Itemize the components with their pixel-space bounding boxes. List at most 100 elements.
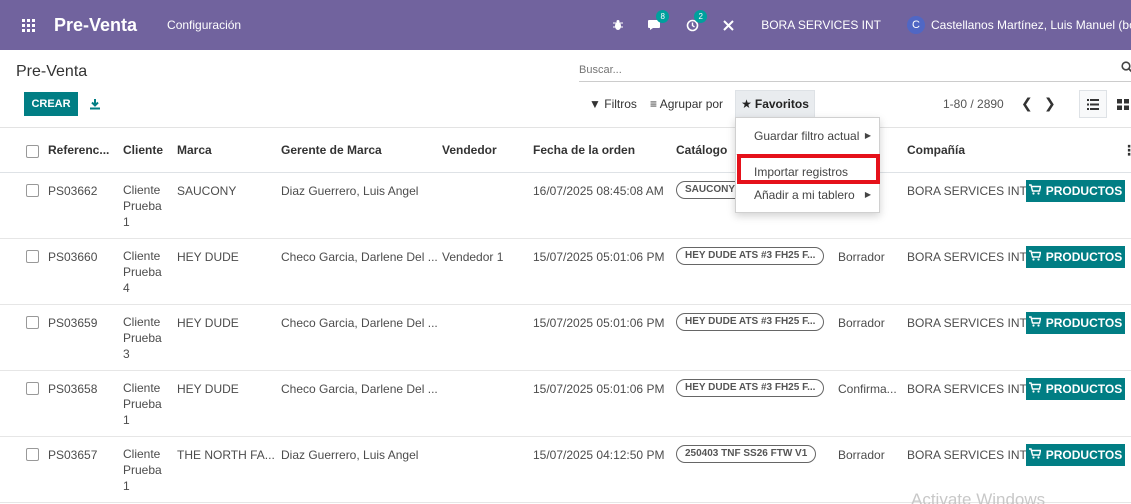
header-seller[interactable]: Vendedor <box>442 143 497 157</box>
table-header: Referenc... Cliente Marca Gerente de Mar… <box>0 128 1131 173</box>
optional-columns-icon[interactable]: ⋮ <box>1122 142 1131 159</box>
catalog-tag: HEY DUDE ATS #3 FH25 F... <box>676 247 825 265</box>
row-checkbox[interactable] <box>26 382 39 395</box>
list-view-icon[interactable] <box>1079 90 1107 118</box>
windows-watermark: Activate Windows <box>911 490 1046 504</box>
header-client[interactable]: Cliente <box>123 143 163 157</box>
top-navbar: Pre-Venta Configuración 8 2 BORA SERVICE… <box>0 0 1131 50</box>
search-input[interactable] <box>579 60 1099 80</box>
messages-badge: 8 <box>656 10 670 23</box>
cell-client: Cliente Prueba 4 <box>123 249 162 295</box>
select-all-checkbox[interactable] <box>26 145 39 158</box>
cell-brand-manager: Diaz Guerrero, Luis Angel <box>281 448 419 462</box>
header-company[interactable]: Compañía <box>907 143 965 157</box>
products-label: PRODUCTOS <box>1045 382 1123 396</box>
cell-brand: HEY DUDE <box>177 250 239 264</box>
catalog-tag: HEY DUDE ATS #3 FH25 F... <box>676 379 825 397</box>
cell-brand: THE NORTH FA... <box>177 448 275 462</box>
favorites-button[interactable]: ★ Favoritos <box>735 90 815 118</box>
pager-prev-icon[interactable]: ❮ <box>1021 95 1033 112</box>
table-row[interactable]: PS03658 Cliente Prueba 1 HEY DUDE Checo Gar… <box>0 371 1131 437</box>
header-reference[interactable]: Referenc... <box>48 143 109 157</box>
cell-order-date: 15/07/2025 05:01:06 PM <box>533 382 665 396</box>
user-menu[interactable]: Castellanos Martínez, Luis Manuel (bor..… <box>931 18 1131 32</box>
app-name[interactable]: Pre-Venta <box>54 15 137 36</box>
row-checkbox[interactable] <box>26 448 39 461</box>
cell-brand-manager: Diaz Guerrero, Luis Angel <box>281 184 419 198</box>
catalog-tag: 250403 TNF SS26 FTW V1 <box>676 445 817 463</box>
products-label: PRODUCTOS <box>1045 316 1123 330</box>
activity-clock-icon[interactable]: 2 <box>677 0 708 50</box>
records-table: Referenc... Cliente Marca Gerente de Mar… <box>0 128 1131 503</box>
add-to-dashboard-item[interactable]: Añadir a mi tablero <box>754 188 855 202</box>
table-row[interactable]: PS03659 Cliente Prueba 3 HEY DUDE Checo Gar… <box>0 305 1131 371</box>
cell-order-date: 15/07/2025 05:01:06 PM <box>533 250 665 264</box>
pager-value[interactable]: 1-80 / 2890 <box>943 97 1004 111</box>
favorites-label: Favoritos <box>754 97 809 111</box>
cell-company: BORA SERVICES INT <box>907 448 1027 462</box>
control-panel: Pre-Venta CREAR ▼ Filtros ≡ Agrupar por … <box>0 50 1131 128</box>
user-avatar[interactable]: C <box>907 16 925 34</box>
save-current-filter-item[interactable]: Guardar filtro actual <box>754 129 859 143</box>
products-label: PRODUCTOS <box>1045 448 1123 462</box>
products-button[interactable]: PRODUCTOS <box>1026 180 1125 202</box>
products-button[interactable]: PRODUCTOS <box>1026 312 1125 334</box>
cell-client: Cliente Prueba 1 <box>123 183 162 229</box>
cell-order-date: 15/07/2025 05:01:06 PM <box>533 316 665 330</box>
star-icon: ★ <box>741 97 752 111</box>
cell-brand-manager: Checo Garcia, Darlene Del ... <box>281 250 438 264</box>
apps-menu-icon[interactable] <box>8 0 48 50</box>
filter-icon: ▼ <box>589 97 601 111</box>
company-switcher[interactable]: BORA SERVICES INT <box>761 18 881 32</box>
cell-status: Borrador <box>838 448 885 462</box>
products-label: PRODUCTOS <box>1045 250 1123 264</box>
create-button[interactable]: CREAR <box>24 92 78 116</box>
caret-right-icon: ▶ <box>864 131 871 140</box>
cart-icon <box>1028 382 1042 396</box>
header-order-date[interactable]: Fecha de la orden <box>533 143 635 157</box>
cell-company: BORA SERVICES INT <box>907 250 1027 264</box>
cell-reference: PS03660 <box>48 250 98 264</box>
cell-status: Borrador <box>838 316 885 330</box>
menu-configuracion[interactable]: Configuración <box>167 18 241 32</box>
caret-right-icon: ▶ <box>864 190 871 199</box>
table-row[interactable]: PS03662 Cliente Prueba 1 SAUCONY Diaz Guerr… <box>0 173 1131 239</box>
pager-next-icon[interactable]: ❯ <box>1044 95 1056 112</box>
search-icon[interactable] <box>1121 61 1131 76</box>
cell-status: Confirma... <box>838 382 897 396</box>
cell-brand: HEY DUDE <box>177 382 239 396</box>
cell-reference: PS03657 <box>48 448 98 462</box>
group-by-button[interactable]: ≡ Agrupar por <box>650 97 723 111</box>
table-row[interactable]: PS03660 Cliente Prueba 4 HEY DUDE Checo Gar… <box>0 239 1131 305</box>
products-button[interactable]: PRODUCTOS <box>1026 246 1125 268</box>
activity-badge: 2 <box>694 10 708 23</box>
cart-icon <box>1028 184 1042 198</box>
kanban-view-icon[interactable] <box>1111 90 1131 118</box>
cell-client: Cliente Prueba 3 <box>123 315 162 361</box>
products-button[interactable]: PRODUCTOS <box>1026 444 1125 466</box>
cell-order-date: 15/07/2025 04:12:50 PM <box>533 448 665 462</box>
messages-icon[interactable]: 8 <box>639 0 670 50</box>
download-icon[interactable] <box>86 94 104 114</box>
close-tools-icon[interactable] <box>713 0 743 50</box>
filters-button[interactable]: ▼ Filtros <box>589 97 637 111</box>
cell-company: BORA SERVICES INT <box>907 382 1027 396</box>
catalog-tag: SAUCONY <box>676 181 745 199</box>
cart-icon <box>1028 250 1042 264</box>
row-checkbox[interactable] <box>26 184 39 197</box>
header-brand-manager[interactable]: Gerente de Marca <box>281 143 382 157</box>
header-brand[interactable]: Marca <box>177 143 212 157</box>
search-bar <box>579 60 1131 82</box>
filters-label: Filtros <box>604 97 637 111</box>
header-catalog[interactable]: Catálogo <box>676 143 727 157</box>
products-button[interactable]: PRODUCTOS <box>1026 378 1125 400</box>
row-checkbox[interactable] <box>26 316 39 329</box>
row-checkbox[interactable] <box>26 250 39 263</box>
bug-icon[interactable] <box>603 0 633 50</box>
cell-brand-manager: Checo Garcia, Darlene Del ... <box>281 316 438 330</box>
cell-company: BORA SERVICES INT <box>907 316 1027 330</box>
cell-order-date: 16/07/2025 08:45:08 AM <box>533 184 664 198</box>
group-by-label: Agrupar por <box>659 97 724 111</box>
cell-seller: Vendedor 1 <box>442 250 504 264</box>
cell-reference: PS03658 <box>48 382 98 396</box>
